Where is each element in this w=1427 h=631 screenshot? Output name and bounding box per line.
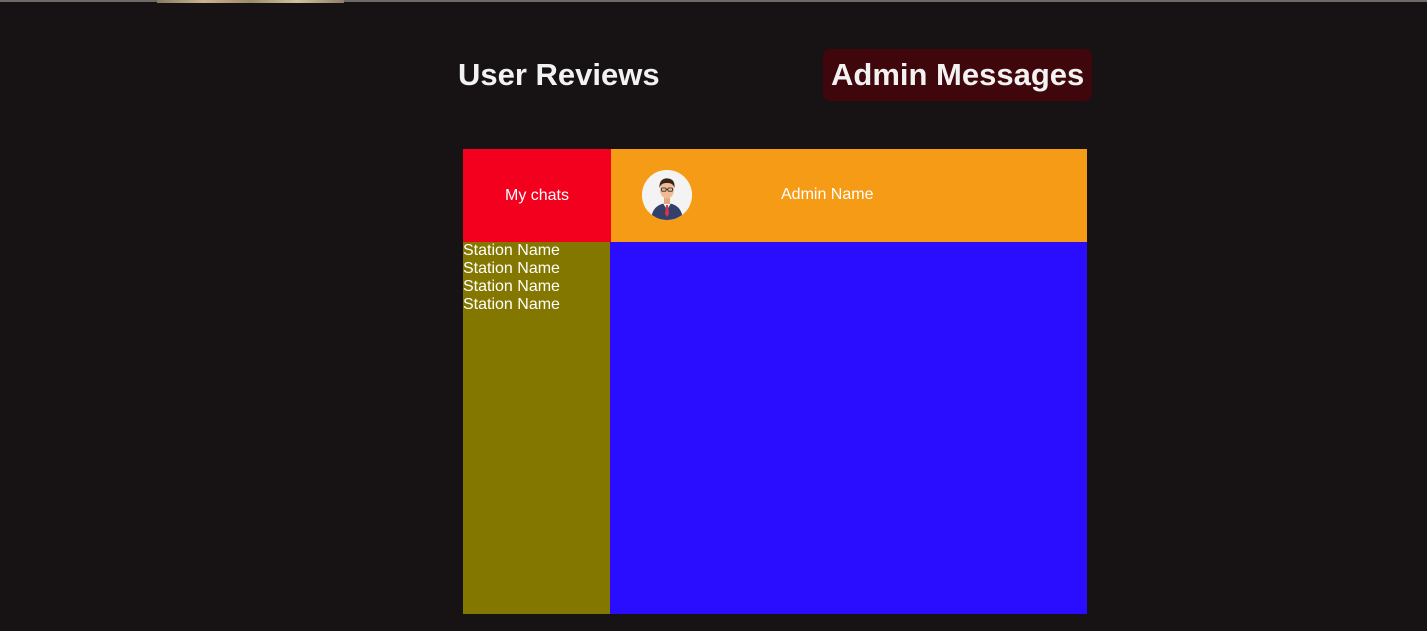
admin-name: Admin Name [781, 186, 874, 203]
station-item[interactable]: Station Name [463, 260, 610, 278]
station-item[interactable]: Station Name [463, 278, 610, 296]
tab-user-reviews[interactable]: User Reviews [458, 49, 660, 101]
station-item[interactable]: Station Name [463, 296, 610, 314]
messages-area [610, 242, 1087, 614]
my-chats-label: My chats [504, 186, 569, 204]
top-image-fragment [157, 0, 344, 3]
admin-avatar-icon [642, 170, 692, 220]
station-item[interactable]: Station Name [463, 242, 610, 260]
tab-admin-messages[interactable]: Admin Messages [823, 49, 1093, 101]
page: User Reviews Admin Messages My chats Adm… [0, 0, 1427, 631]
chat-panel: My chats Admin Name Station Name Station… [463, 149, 1087, 614]
conversation-header: Admin Name [611, 149, 1087, 242]
my-chats-header: My chats [463, 149, 611, 242]
station-list: Station Name Station Name Station Name S… [463, 242, 610, 614]
